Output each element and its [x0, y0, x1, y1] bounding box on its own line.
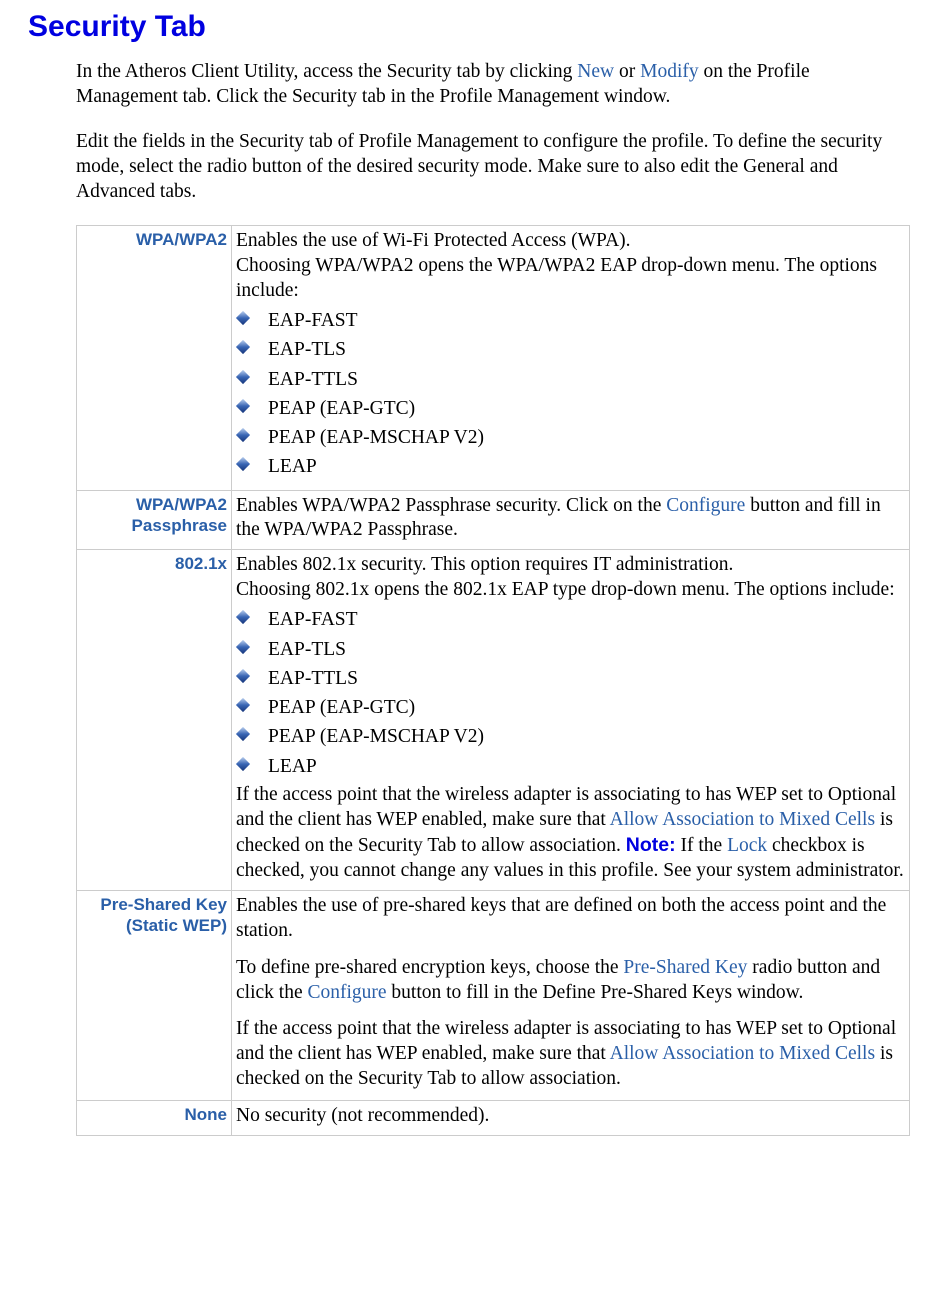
intro-block: In the Atheros Client Utility, access th…	[76, 60, 905, 205]
table-row: WPA/WPA2 Passphrase Enables WPA/WPA2 Pas…	[77, 490, 910, 550]
note-label: Note:	[626, 834, 676, 856]
security-options-table: WPA/WPA2 Enables the use of Wi-Fi Protec…	[76, 225, 910, 1136]
text: Enables the use of pre-shared keys that …	[236, 894, 905, 944]
list-item: EAP-TTLS	[236, 365, 905, 394]
link-allow-mixed-cells[interactable]: Allow Association to Mixed Cells	[610, 1043, 875, 1064]
page-title: Security Tab	[28, 8, 905, 46]
list-item: PEAP (EAP-GTC)	[236, 394, 905, 423]
text: Choosing WPA/WPA2 opens the WPA/WPA2 EAP…	[236, 254, 905, 304]
list-item: EAP-FAST	[236, 306, 905, 335]
wpa-options-list: EAP-FAST EAP-TLS EAP-TTLS PEAP (EAP-GTC)…	[236, 306, 905, 482]
list-item: EAP-TLS	[236, 635, 905, 664]
row-desc-none: No security (not recommended).	[232, 1101, 910, 1136]
list-item: LEAP	[236, 752, 905, 781]
row-label-psk: Pre-Shared Key (Static WEP)	[77, 890, 232, 1101]
list-item: EAP-TTLS	[236, 664, 905, 693]
row-desc-wpa: Enables the use of Wi-Fi Protected Acces…	[232, 226, 910, 490]
table-row: 802.1x Enables 802.1x security. This opt…	[77, 550, 910, 890]
list-item: PEAP (EAP-MSCHAP V2)	[236, 423, 905, 452]
link-configure[interactable]: Configure	[307, 982, 386, 1003]
table-row: Pre-Shared Key (Static WEP) Enables the …	[77, 890, 910, 1101]
text: or	[614, 61, 640, 82]
intro-paragraph-1: In the Atheros Client Utility, access th…	[76, 60, 905, 110]
link-allow-mixed-cells[interactable]: Allow Association to Mixed Cells	[610, 809, 875, 830]
list-item: EAP-TLS	[236, 335, 905, 364]
text: If the	[676, 835, 727, 856]
text: Enables WPA/WPA2 Passphrase security. Cl…	[236, 495, 666, 516]
row-label-wpa: WPA/WPA2	[77, 226, 232, 490]
intro-paragraph-2: Edit the fields in the Security tab of P…	[76, 130, 905, 205]
link-new[interactable]: New	[577, 61, 614, 82]
row-label-wpa-passphrase: WPA/WPA2 Passphrase	[77, 490, 232, 550]
table-row: WPA/WPA2 Enables the use of Wi-Fi Protec…	[77, 226, 910, 490]
text: In the Atheros Client Utility, access th…	[76, 61, 577, 82]
8021x-after-text: If the access point that the wireless ad…	[236, 783, 905, 884]
text: Choosing 802.1x opens the 802.1x EAP typ…	[236, 578, 905, 603]
list-item: EAP-FAST	[236, 605, 905, 634]
psk-define-paragraph: To define pre-shared encryption keys, ch…	[236, 956, 905, 1006]
list-item: PEAP (EAP-MSCHAP V2)	[236, 722, 905, 751]
psk-mixed-cells-paragraph: If the access point that the wireless ad…	[236, 1017, 905, 1092]
text: Enables the use of Wi-Fi Protected Acces…	[236, 229, 905, 254]
row-label-none: None	[77, 1101, 232, 1136]
link-modify[interactable]: Modify	[640, 61, 699, 82]
link-configure[interactable]: Configure	[666, 495, 745, 516]
text: Enables 802.1x security. This option req…	[236, 553, 905, 578]
link-lock[interactable]: Lock	[727, 835, 767, 856]
text: button to fill in the Define Pre-Shared …	[387, 982, 804, 1003]
list-item: PEAP (EAP-GTC)	[236, 693, 905, 722]
row-label-8021x: 802.1x	[77, 550, 232, 890]
row-desc-wpa-passphrase: Enables WPA/WPA2 Passphrase security. Cl…	[232, 490, 910, 550]
row-desc-8021x: Enables 802.1x security. This option req…	[232, 550, 910, 890]
row-desc-psk: Enables the use of pre-shared keys that …	[232, 890, 910, 1101]
list-item: LEAP	[236, 452, 905, 481]
table-row: None No security (not recommended).	[77, 1101, 910, 1136]
text: To define pre-shared encryption keys, ch…	[236, 957, 623, 978]
link-pre-shared-key[interactable]: Pre-Shared Key	[623, 957, 747, 978]
8021x-options-list: EAP-FAST EAP-TLS EAP-TTLS PEAP (EAP-GTC)…	[236, 605, 905, 781]
